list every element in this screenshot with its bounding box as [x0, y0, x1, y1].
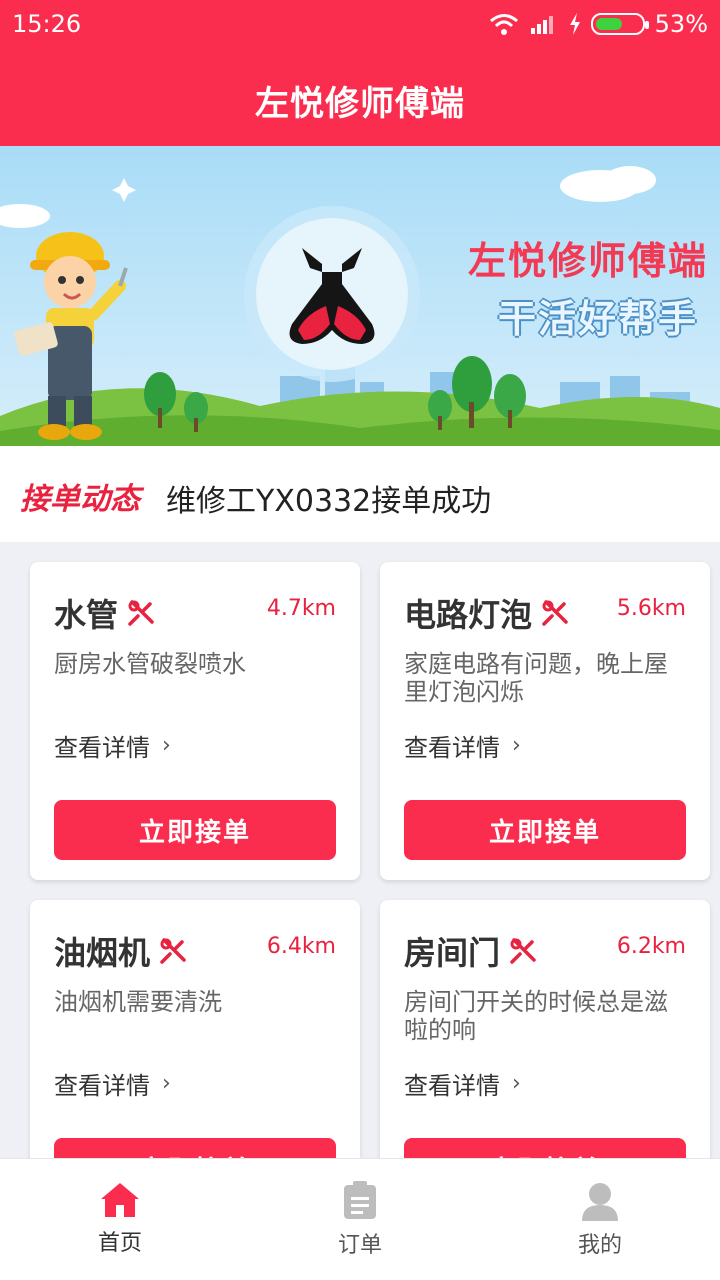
card-distance: 4.7km	[266, 596, 336, 621]
status-bar: 15:26 53%	[0, 0, 720, 52]
nav-item-orders[interactable]: 订单	[240, 1159, 480, 1280]
clipboard-icon	[344, 1181, 376, 1219]
user-icon	[582, 1183, 618, 1221]
card-description: 厨房水管破裂喷水	[54, 650, 246, 678]
chevron-right-icon: ›	[512, 1071, 521, 1096]
nav-item-profile[interactable]: 我的	[480, 1159, 720, 1280]
view-details-link[interactable]: 查看详情 ›	[54, 728, 171, 763]
detail-label: 查看详情	[54, 1072, 150, 1100]
view-details-link[interactable]: 查看详情 ›	[404, 1066, 521, 1101]
chevron-right-icon: ›	[162, 733, 171, 758]
ticker-tag: 接单动态	[20, 482, 140, 517]
card-title: 油烟机	[54, 928, 188, 974]
ticker-message[interactable]: 维修工YX0332接单成功	[166, 476, 491, 520]
order-card: 水管 4.7km 厨房水管破裂喷水 查看详情 › 立即接单	[30, 562, 360, 880]
chevron-right-icon: ›	[512, 733, 521, 758]
card-name: 房间门	[404, 934, 501, 972]
tools-icon	[160, 938, 186, 964]
battery-percent: 53%	[654, 10, 708, 38]
view-details-link[interactable]: 查看详情 ›	[404, 728, 521, 763]
tools-icon	[542, 600, 568, 626]
nav-label-home: 首页	[97, 1231, 142, 1256]
home-icon	[101, 1183, 139, 1217]
order-ticker: 接单动态 维修工YX0332接单成功	[0, 446, 720, 542]
status-right: 53%	[489, 10, 708, 38]
card-name: 电路灯泡	[404, 596, 533, 634]
card-name: 油烟机	[54, 934, 151, 972]
nav-label-profile: 我的	[577, 1233, 622, 1258]
nav-item-home[interactable]: 首页	[0, 1159, 240, 1280]
nav-label-orders: 订单	[337, 1233, 382, 1258]
charging-icon	[569, 13, 580, 35]
battery-icon	[590, 13, 649, 35]
top-bar: 15:26 53% 左悦修师傅端	[0, 0, 720, 146]
banner-subtitle: 干活好帮手	[497, 297, 698, 341]
card-distance: 6.2km	[616, 934, 686, 959]
card-description: 油烟机需要清洗	[54, 988, 222, 1016]
chevron-right-icon: ›	[162, 1071, 171, 1096]
card-description: 房间门开关的时候总是滋啦的响	[404, 988, 668, 1044]
accept-order-button[interactable]: 立即接单	[404, 800, 686, 860]
banner-title: 左悦修师傅端	[467, 239, 708, 283]
bottom-nav: 首页 订单 我的	[0, 1158, 720, 1280]
accept-order-button[interactable]: 立即接单	[54, 800, 336, 860]
card-title: 房间门	[404, 928, 538, 974]
wifi-icon	[489, 14, 518, 35]
signal-icon	[530, 16, 553, 34]
card-title: 电路灯泡	[404, 590, 570, 636]
detail-label: 查看详情	[404, 1072, 500, 1100]
page-title: 左悦修师傅端	[255, 84, 465, 124]
order-card: 电路灯泡 5.6km 家庭电路有问题，晚上屋里灯泡闪烁 查看详情 › 立即接单	[380, 562, 710, 880]
status-time: 15:26	[12, 10, 82, 38]
card-distance: 6.4km	[266, 934, 336, 959]
promo-banner[interactable]: 左悦修师傅端 干活好帮手	[0, 146, 720, 446]
tools-icon	[128, 600, 154, 626]
card-title: 水管	[54, 590, 156, 636]
card-name: 水管	[54, 596, 119, 634]
card-distance: 5.6km	[616, 596, 686, 621]
tools-icon	[510, 938, 536, 964]
detail-label: 查看详情	[404, 734, 500, 762]
view-details-link[interactable]: 查看详情 ›	[54, 1066, 171, 1101]
detail-label: 查看详情	[54, 734, 150, 762]
card-description: 家庭电路有问题，晚上屋里灯泡闪烁	[404, 650, 668, 706]
